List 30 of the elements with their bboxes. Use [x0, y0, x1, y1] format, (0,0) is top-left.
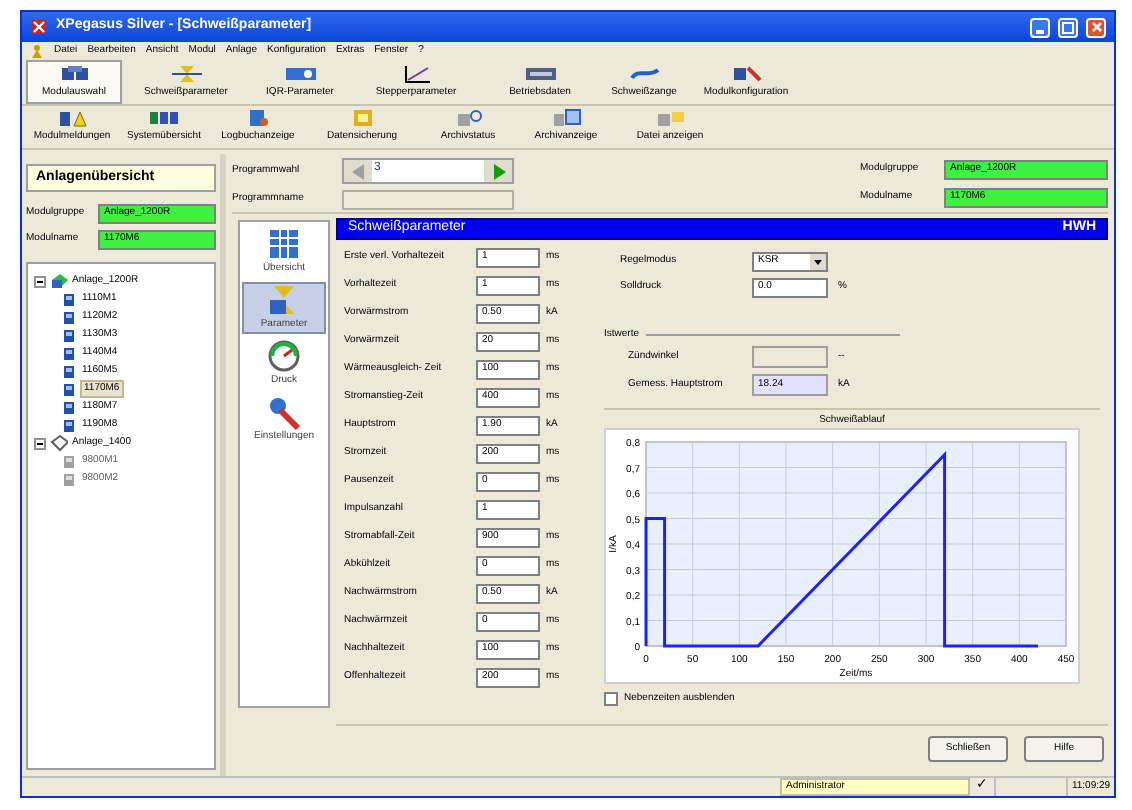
wrench-icon	[264, 394, 304, 431]
toolbar-icon	[655, 108, 685, 129]
minimize-button[interactable]	[1030, 17, 1050, 37]
toolbar-icon	[629, 63, 659, 84]
toolbar-icon	[285, 63, 315, 84]
maximize-button[interactable]	[1058, 17, 1078, 37]
expander-icon[interactable]	[34, 437, 46, 449]
toolbar-icon	[59, 63, 89, 84]
toolbar-icon	[731, 63, 761, 84]
toolbar-icon	[171, 63, 201, 84]
expander-icon[interactable]	[34, 275, 46, 287]
plant-outline-icon	[50, 434, 68, 452]
toolbar-icon	[149, 108, 179, 129]
checkbox[interactable]	[604, 692, 618, 707]
toolbar-icon	[57, 108, 87, 129]
toolbar-icon	[401, 63, 431, 84]
gauge-icon	[264, 338, 304, 375]
maximize-icon	[1062, 21, 1074, 33]
close-button[interactable]	[1086, 17, 1106, 37]
toolbar-icon	[525, 63, 555, 84]
minimize-icon	[1036, 29, 1044, 33]
dropdown-arrow-icon	[810, 253, 826, 269]
toolbar-icon	[551, 108, 581, 129]
app-menu-icon[interactable]	[30, 44, 44, 58]
table-icon	[264, 226, 304, 263]
close-icon	[1091, 22, 1101, 32]
program-name-field[interactable]	[342, 190, 514, 210]
toolbar-icon	[453, 108, 483, 129]
app-icon	[30, 18, 48, 36]
plant-icon	[50, 272, 68, 290]
